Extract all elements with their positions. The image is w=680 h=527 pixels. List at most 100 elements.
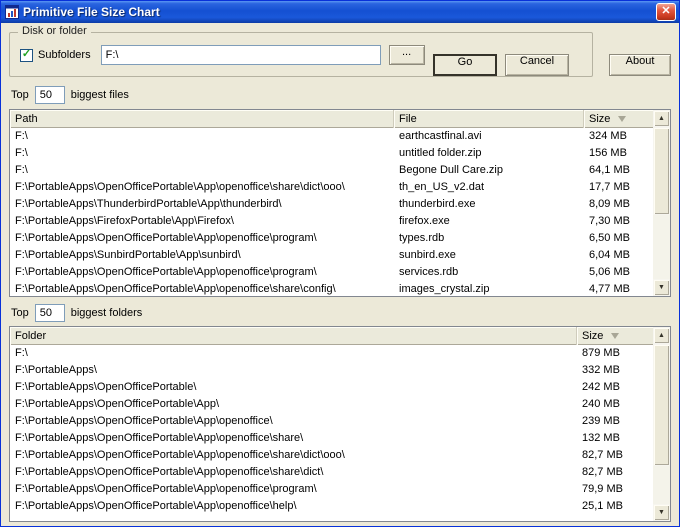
- cell-size: 5,06 MB: [589, 266, 630, 278]
- files-table: Path File Size F:\ earthcastfinal.avi 324 …: [9, 109, 671, 297]
- cell-folder: F:\PortableApps\OpenOfficePortable\App\o…: [15, 483, 317, 495]
- cell-file: services.rdb: [399, 266, 459, 278]
- folders-count-input[interactable]: [34, 304, 65, 322]
- cell-file: earthcastfinal.avi: [399, 130, 482, 142]
- table-row[interactable]: F:\PortableApps\OpenOfficePortable\App\o…: [10, 481, 653, 498]
- cell-size: 4,77 MB: [589, 283, 630, 295]
- column-header-file-label: File: [399, 113, 417, 125]
- column-header-size[interactable]: Size: [584, 110, 653, 128]
- table-row[interactable]: F:\PortableApps\OpenOfficePortable\App\ 2…: [10, 396, 653, 413]
- column-header-file[interactable]: File: [394, 110, 584, 128]
- table-row[interactable]: F:\PortableApps\FirefoxPortable\App\Fire…: [10, 213, 653, 230]
- arrow-up-icon: ▲: [658, 332, 665, 339]
- cell-file: th_en_US_v2.dat: [399, 181, 485, 193]
- folders-scroll-track[interactable]: [653, 344, 670, 504]
- folders-scrollbar[interactable]: ▲ ▼: [653, 327, 670, 521]
- cell-file: sunbird.exe: [399, 249, 456, 261]
- cell-path: F:\PortableApps\OpenOfficePortable\App\o…: [15, 232, 317, 244]
- cell-size: 132 MB: [582, 432, 620, 444]
- browse-button[interactable]: ...: [388, 45, 425, 65]
- arrow-down-icon: ▼: [658, 284, 665, 291]
- cell-file: thunderbird.exe: [399, 198, 476, 210]
- files-scroll-up-button[interactable]: ▲: [653, 110, 670, 127]
- table-row[interactable]: F:\PortableApps\OpenOfficePortable\App\o…: [10, 447, 653, 464]
- cell-folder: F:\PortableApps\OpenOfficePortable\App\o…: [15, 449, 345, 461]
- cell-path: F:\PortableApps\OpenOfficePortable\App\o…: [15, 283, 336, 295]
- folders-scroll-up-button[interactable]: ▲: [653, 327, 670, 344]
- close-icon: ✕: [661, 5, 671, 17]
- column-header-size-label: Size: [589, 113, 611, 125]
- cell-size: 82,7 MB: [582, 466, 623, 478]
- cell-path: F:\: [15, 164, 28, 176]
- column-header-folder-size[interactable]: Size: [577, 327, 653, 345]
- cell-size: 332 MB: [582, 364, 620, 376]
- cell-path: F:\PortableApps\OpenOfficePortable\App\o…: [15, 266, 317, 278]
- table-row[interactable]: F:\PortableApps\OpenOfficePortable\App\o…: [10, 430, 653, 447]
- cell-folder: F:\PortableApps\OpenOfficePortable\App\o…: [15, 466, 324, 478]
- table-row[interactable]: F:\PortableApps\ThunderbirdPortable\App\…: [10, 196, 653, 213]
- table-row[interactable]: F:\PortableApps\SunbirdPortable\App\sunb…: [10, 247, 653, 264]
- files-caption: Top biggest files: [11, 86, 129, 104]
- folders-top-label: Top: [11, 307, 29, 319]
- table-row[interactable]: F:\PortableApps\OpenOfficePortable\App\o…: [10, 264, 653, 281]
- arrow-up-icon: ▲: [658, 115, 665, 122]
- cell-size: 6,04 MB: [589, 249, 630, 261]
- files-scroll-down-button[interactable]: ▼: [653, 279, 670, 296]
- cell-file: types.rdb: [399, 232, 445, 244]
- cell-folder: F:\PortableApps\: [15, 364, 97, 376]
- cell-file: untitled folder.zip: [399, 147, 482, 159]
- cell-size: 324 MB: [589, 130, 627, 142]
- table-row[interactable]: F:\ earthcastfinal.avi 324 MB: [10, 128, 653, 145]
- table-row[interactable]: F:\ Begone Dull Care.zip 64,1 MB: [10, 162, 653, 179]
- table-row[interactable]: F:\PortableApps\OpenOfficePortable\App\o…: [10, 498, 653, 515]
- cell-size: 6,50 MB: [589, 232, 630, 244]
- files-count-input[interactable]: [34, 86, 65, 104]
- cell-folder: F:\PortableApps\OpenOfficePortable\App\o…: [15, 415, 273, 427]
- cell-size: 239 MB: [582, 415, 620, 427]
- files-scroll-track[interactable]: [653, 127, 670, 279]
- title-bar[interactable]: Primitive File Size Chart ✕: [1, 1, 679, 23]
- table-row[interactable]: F:\PortableApps\OpenOfficePortable\ 242 M…: [10, 379, 653, 396]
- cell-size: 17,7 MB: [589, 181, 630, 193]
- check-icon: ✓: [21, 47, 32, 60]
- column-header-folder[interactable]: Folder: [10, 327, 577, 345]
- about-button[interactable]: About: [609, 54, 671, 76]
- cell-size: 7,30 MB: [589, 215, 630, 227]
- cell-size: 879 MB: [582, 347, 620, 359]
- path-input[interactable]: [100, 45, 381, 65]
- table-row[interactable]: F:\ 879 MB: [10, 345, 653, 362]
- cell-file: firefox.exe: [399, 215, 450, 227]
- cell-path: F:\: [15, 130, 28, 142]
- table-row[interactable]: F:\PortableApps\OpenOfficePortable\App\o…: [10, 413, 653, 430]
- cell-size: 242 MB: [582, 381, 620, 393]
- cell-folder: F:\PortableApps\OpenOfficePortable\App\o…: [15, 500, 297, 512]
- cell-size: 82,7 MB: [582, 449, 623, 461]
- table-row[interactable]: F:\PortableApps\OpenOfficePortable\App\o…: [10, 230, 653, 247]
- folders-caption: Top biggest folders: [11, 304, 142, 322]
- table-row[interactable]: F:\ untitled folder.zip 156 MB: [10, 145, 653, 162]
- table-row[interactable]: F:\PortableApps\OpenOfficePortable\App\o…: [10, 281, 653, 296]
- cancel-button[interactable]: Cancel: [505, 54, 569, 76]
- close-button[interactable]: ✕: [656, 3, 676, 21]
- cell-path: F:\PortableApps\FirefoxPortable\App\Fire…: [15, 215, 234, 227]
- column-header-folder-label: Folder: [15, 330, 47, 342]
- files-scroll-thumb[interactable]: [653, 127, 670, 215]
- cell-path: F:\PortableApps\SunbirdPortable\App\sunb…: [15, 249, 241, 261]
- go-button[interactable]: Go: [433, 54, 497, 76]
- cell-size: 25,1 MB: [582, 500, 623, 512]
- folders-table-body: F:\ 879 MB F:\PortableApps\ 332 MB F:\Portab…: [10, 345, 653, 521]
- subfolders-checkbox[interactable]: ✓: [20, 47, 33, 62]
- column-header-path[interactable]: Path: [10, 110, 394, 128]
- window-content: Disk or folder ✓ Subfolders ... Go Cance…: [1, 23, 679, 526]
- folders-scroll-down-button[interactable]: ▼: [653, 504, 670, 521]
- files-scrollbar[interactable]: ▲ ▼: [653, 110, 670, 296]
- folders-scroll-thumb[interactable]: [653, 344, 670, 466]
- cell-size: 79,9 MB: [582, 483, 623, 495]
- window-title: Primitive File Size Chart: [23, 5, 160, 19]
- cell-size: 156 MB: [589, 147, 627, 159]
- table-row[interactable]: F:\PortableApps\OpenOfficePortable\App\o…: [10, 464, 653, 481]
- table-row[interactable]: F:\PortableApps\OpenOfficePortable\App\o…: [10, 179, 653, 196]
- files-caption-label: biggest files: [70, 89, 129, 101]
- column-header-path-label: Path: [15, 113, 38, 125]
- table-row[interactable]: F:\PortableApps\ 332 MB: [10, 362, 653, 379]
